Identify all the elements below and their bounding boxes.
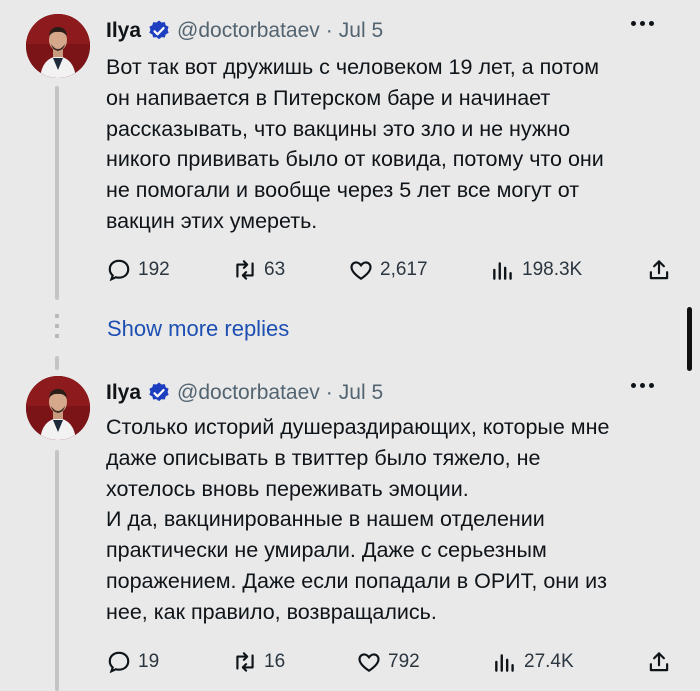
views-icon [493,262,512,280]
views-count: 198.3K [522,259,583,280]
repost-count: 16 [264,651,286,672]
repost-button[interactable]: 16 [232,649,285,675]
like-button[interactable]: 2,617 [348,257,428,283]
views-button[interactable]: 27.4K [492,649,574,675]
avatar[interactable] [26,14,90,78]
like-icon [358,653,380,672]
views-icon [495,654,514,672]
verified-badge-icon [147,19,171,43]
separator: · [325,381,333,404]
tweet-text: Столько историй душераздирающих, которые… [106,415,610,624]
share-icon [649,652,669,672]
repost-count: 63 [264,259,286,280]
author-handle[interactable]: @doctorbataev [177,19,320,43]
author-name[interactable]: Ilya [106,381,141,405]
tweet-header: Ilya @doctorbataev · Jul 5 [106,377,680,409]
tweet-actions: 192 63 2,617 198.3K [106,257,676,287]
repost-icon [236,652,254,672]
thread-line [55,86,59,300]
like-icon [350,261,372,280]
author-handle[interactable]: @doctorbataev [177,381,320,405]
tweet-header: Ilya @doctorbataev · Jul 5 [106,15,680,47]
tweet[interactable]: Ilya @doctorbataev · Jul 5 Столько истор… [0,360,700,691]
more-options-icon[interactable] [631,383,654,388]
like-button[interactable]: 792 [356,649,420,675]
reply-count: 19 [138,651,160,672]
tweet-date[interactable]: Jul 5 [339,381,383,405]
share-button[interactable] [646,649,678,675]
reply-icon [108,259,130,282]
tweet[interactable]: Ilya @doctorbataev · Jul 5 Вот так вот д… [0,0,700,300]
views-count: 27.4K [524,651,574,672]
repost-button[interactable]: 63 [232,257,285,283]
like-count: 2,617 [380,259,428,280]
thread-dots [55,314,59,344]
reply-button[interactable]: 192 [106,257,170,283]
tweet-date[interactable]: Jul 5 [339,19,383,43]
reply-count: 192 [138,259,170,280]
tweet-actions: 19 16 792 27.4K [106,649,676,679]
repost-icon [236,260,254,280]
avatar[interactable] [26,376,90,440]
author-name[interactable]: Ilya [106,19,141,43]
views-button[interactable]: 198.3K [490,257,582,283]
reply-icon [108,651,130,674]
reply-button[interactable]: 19 [106,649,159,675]
thread-line [55,450,59,691]
scrollbar[interactable] [687,307,692,371]
share-icon [649,260,669,280]
more-options-icon[interactable] [631,21,654,26]
show-more-replies-link[interactable]: Show more replies [107,316,289,342]
like-count: 792 [388,651,420,672]
separator: · [325,19,333,42]
tweet-text: Вот так вот дружишь с человеком 19 лет, … [106,55,604,233]
verified-badge-icon [147,381,171,405]
share-button[interactable] [646,257,678,283]
